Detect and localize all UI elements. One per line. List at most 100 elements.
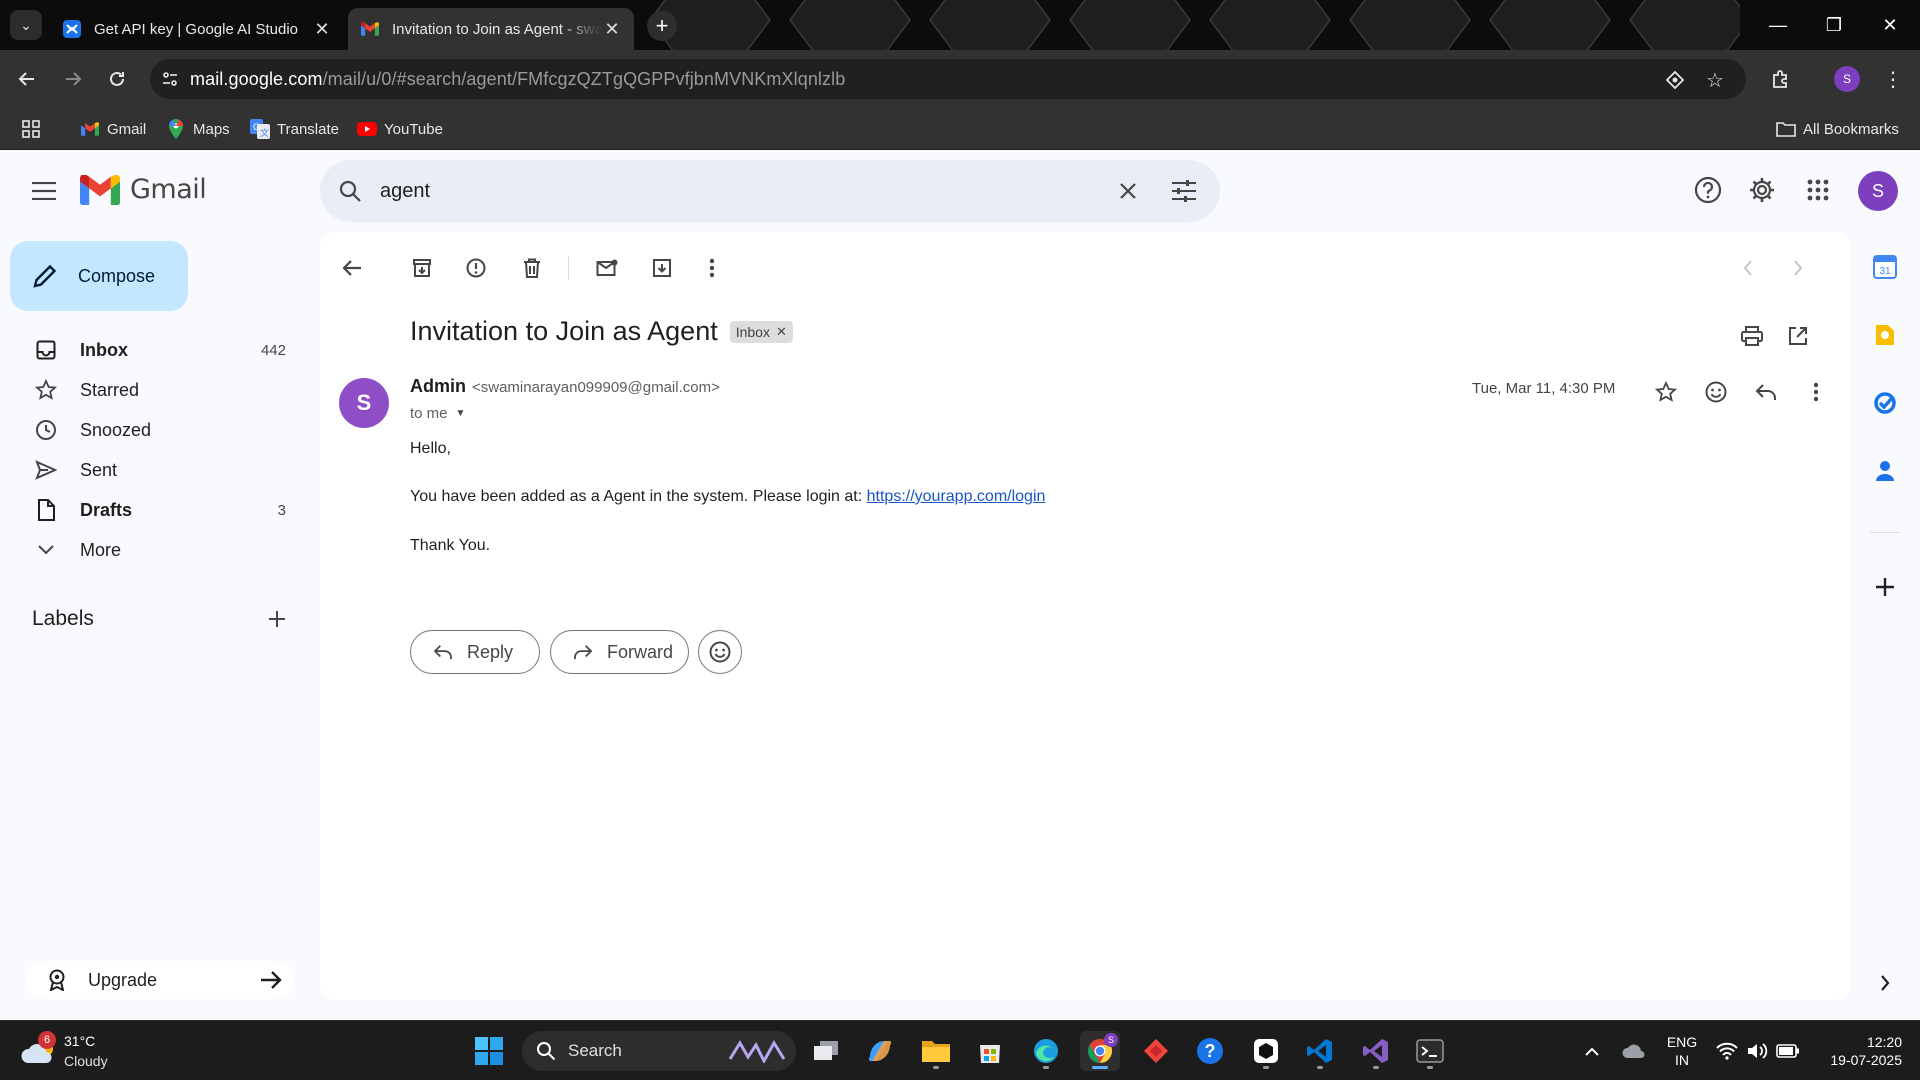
search-icon[interactable] (320, 179, 380, 203)
print-icon[interactable] (1732, 316, 1772, 356)
edge-icon[interactable] (1026, 1031, 1066, 1071)
battery-icon[interactable] (1774, 1035, 1802, 1067)
bookmark-translate[interactable]: G文 Translate (250, 118, 339, 140)
inbox-label-chip[interactable]: Inbox ✕ (729, 320, 793, 343)
task-view-icon[interactable] (806, 1031, 846, 1071)
account-avatar[interactable]: S (1858, 171, 1898, 211)
close-window-icon[interactable]: ✕ (1862, 0, 1918, 50)
search-options-icon[interactable] (1156, 167, 1212, 215)
address-bar[interactable]: mail.google.com/mail/u/0/#search/agent/F… (150, 59, 1746, 99)
report-spam-icon[interactable] (456, 248, 496, 288)
microsoft-store-icon[interactable] (970, 1031, 1010, 1071)
nav-item-more[interactable]: More (0, 530, 310, 570)
weather-badge: 6 (38, 1031, 56, 1049)
bookmark-maps[interactable]: Maps (166, 118, 230, 140)
language-indicator[interactable]: ENG IN (1664, 1033, 1700, 1069)
nav-item-drafts[interactable]: Drafts 3 (0, 490, 310, 530)
remove-label-icon[interactable]: ✕ (776, 324, 787, 340)
clear-search-icon[interactable] (1100, 167, 1156, 215)
main-menu-icon[interactable] (24, 174, 64, 208)
copilot-icon[interactable] (860, 1031, 900, 1071)
older-chevron-icon[interactable] (1778, 248, 1818, 288)
compose-button[interactable]: Compose (10, 241, 188, 311)
star-message-icon[interactable] (1646, 372, 1686, 412)
vscode-icon[interactable] (1300, 1031, 1340, 1071)
sender-name[interactable]: Admin (410, 376, 466, 397)
contacts-icon[interactable] (1870, 456, 1900, 486)
add-addon-icon[interactable] (1870, 572, 1900, 602)
reload-icon[interactable] (100, 62, 134, 96)
message-more-icon[interactable] (1796, 372, 1836, 412)
bookmark-gmail[interactable]: Gmail (80, 118, 146, 140)
back-icon[interactable] (10, 62, 44, 96)
gmail-logo[interactable]: Gmail (80, 174, 207, 205)
support-icon[interactable] (1686, 168, 1730, 212)
show-hidden-icons[interactable] (1580, 1035, 1604, 1067)
add-label-icon[interactable] (262, 604, 292, 634)
search-input[interactable] (380, 179, 1100, 203)
nav-label: Inbox (80, 339, 128, 360)
taskbar-search[interactable]: Search (522, 1031, 796, 1071)
start-windows-icon[interactable] (469, 1031, 509, 1071)
nav-item-snoozed[interactable]: Snoozed (0, 410, 310, 450)
emoji-reaction-button[interactable] (698, 630, 742, 674)
open-new-window-icon[interactable] (1778, 316, 1818, 356)
anydesk-icon[interactable] (1136, 1031, 1176, 1071)
tab-gmail[interactable]: Invitation to Join as Agent - swaminaray… (348, 8, 634, 50)
nav-item-sent[interactable]: Sent (0, 450, 310, 490)
emoji-react-icon[interactable] (1696, 372, 1736, 412)
chrome-menu-icon[interactable]: ⋮ (1876, 62, 1910, 96)
calendar-icon[interactable]: 31 (1870, 252, 1900, 282)
minimize-icon[interactable]: — (1750, 0, 1806, 50)
lang-top: ENG (1666, 1034, 1698, 1050)
reply-button[interactable]: Reply (410, 630, 540, 674)
all-bookmarks[interactable]: All Bookmarks (1776, 118, 1899, 140)
tab-ai-studio[interactable]: Get API key | Google AI Studio ✕ (50, 8, 344, 50)
extensions-icon[interactable] (1764, 62, 1798, 96)
chrome-taskbar-icon[interactable]: S (1080, 1031, 1120, 1071)
tasks-icon[interactable] (1870, 388, 1900, 418)
upgrade-button[interactable]: Upgrade (26, 961, 294, 999)
onedrive-icon[interactable] (1620, 1035, 1648, 1067)
help-icon[interactable]: ? (1190, 1031, 1230, 1071)
mark-unread-icon[interactable] (587, 248, 627, 288)
login-link[interactable]: https://yourapp.com/login (867, 488, 1046, 505)
restore-icon[interactable]: ❐ (1806, 0, 1862, 50)
nav-item-starred[interactable]: Starred (0, 370, 310, 410)
newer-chevron-icon[interactable] (1728, 248, 1768, 288)
bookmark-star-icon[interactable]: ☆ (1702, 67, 1728, 93)
file-explorer-icon[interactable] (916, 1031, 956, 1071)
keep-icon[interactable] (1870, 320, 1900, 350)
more-actions-icon[interactable] (692, 248, 732, 288)
google-apps-icon[interactable] (1796, 168, 1840, 212)
lens-icon[interactable] (1662, 67, 1688, 93)
gmail-icon (80, 119, 100, 139)
apps-grid-icon[interactable] (22, 118, 40, 140)
tab-close-icon[interactable]: ✕ (312, 19, 332, 39)
volume-icon[interactable] (1744, 1035, 1770, 1067)
weather-widget[interactable]: 6 31°C Cloudy (20, 1029, 140, 1073)
tab-search-button[interactable]: ⌄ (10, 10, 42, 40)
expand-panel-icon[interactable] (1870, 968, 1900, 998)
forward-button[interactable]: Forward (550, 630, 689, 674)
visual-studio-icon[interactable] (1356, 1031, 1396, 1071)
archive-icon[interactable] (402, 248, 442, 288)
wifi-icon[interactable] (1714, 1035, 1740, 1067)
site-info-icon[interactable] (150, 59, 190, 99)
settings-gear-icon[interactable] (1740, 168, 1784, 212)
cursor-app-icon[interactable] (1246, 1031, 1286, 1071)
recipients-toggle[interactable]: to me ▼ (410, 405, 465, 422)
bookmark-youtube[interactable]: YouTube (357, 118, 443, 140)
new-tab-button[interactable]: + (647, 11, 677, 41)
back-to-results-icon[interactable] (332, 248, 372, 288)
gmail-m-icon (80, 174, 120, 205)
reply-icon[interactable] (1746, 372, 1786, 412)
terminal-icon[interactable] (1410, 1031, 1450, 1071)
profile-avatar[interactable]: S (1834, 66, 1860, 92)
forward-icon[interactable] (56, 62, 90, 96)
system-clock[interactable]: 12:20 19-07-2025 (1812, 1033, 1902, 1069)
nav-item-inbox[interactable]: Inbox 442 (0, 330, 310, 370)
move-to-icon[interactable] (642, 248, 682, 288)
delete-icon[interactable] (512, 248, 552, 288)
tab-close-icon[interactable]: ✕ (602, 19, 622, 39)
